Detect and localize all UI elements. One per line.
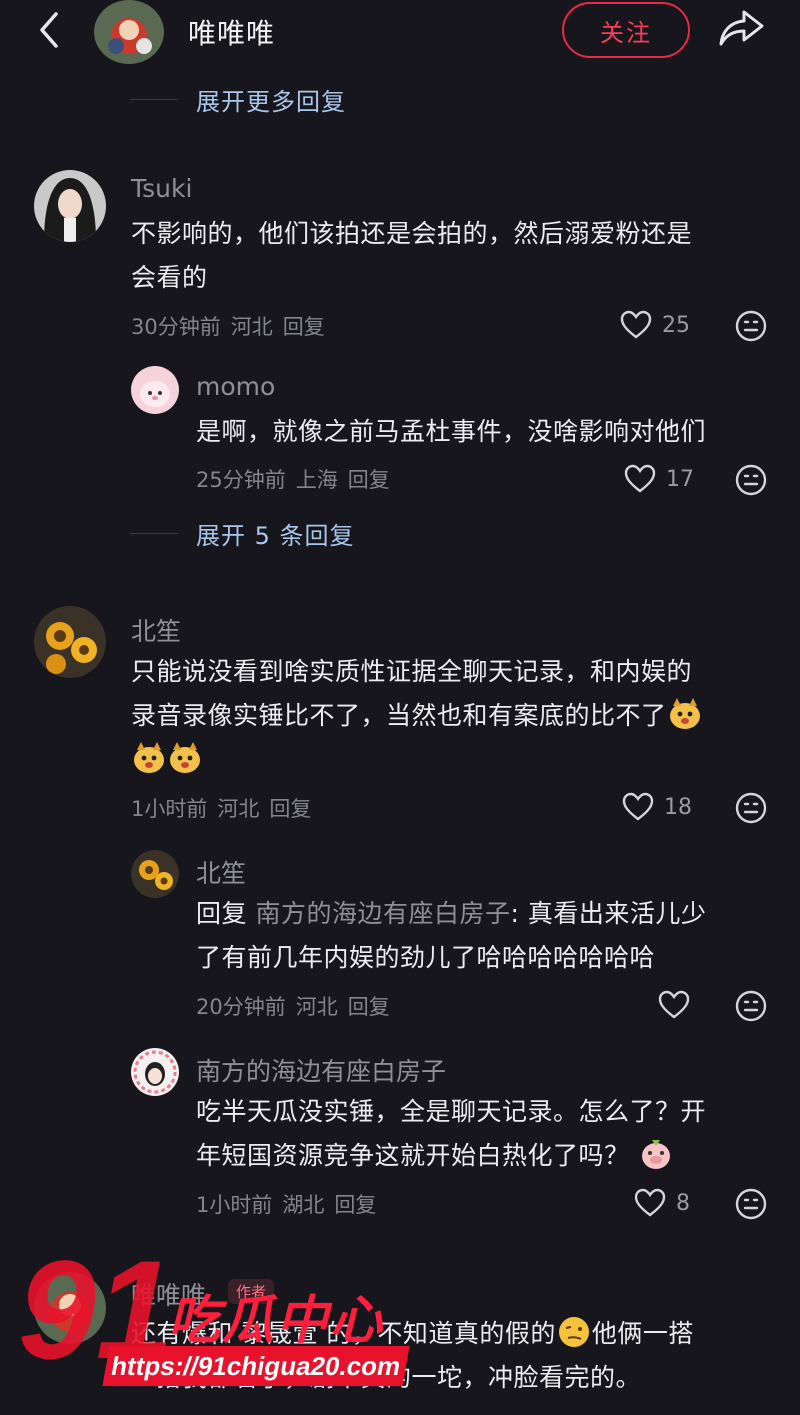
avatar[interactable] [34,1272,106,1344]
author-name: 唯唯唯 [188,17,276,50]
comment-location: 河北 [230,315,273,339]
comment-location: 河北 [217,797,260,821]
comment-time: 30分钟前 [131,315,221,339]
avatar[interactable] [34,606,106,678]
heart-icon [634,1188,666,1217]
follow-button[interactable]: 关注 [562,2,690,58]
like-count: 18 [664,794,692,820]
comment-time: 25分钟前 [196,468,286,492]
emoji-reaction-icon[interactable] [735,990,767,1022]
reply-button[interactable]: 回复 [269,793,311,823]
like-button[interactable]: 18 [622,792,692,822]
reply-target-user[interactable]: 南方的海边有座白房子 [255,899,510,928]
dog-emoji-icon [669,698,700,729]
comment-meta: 1小时前 河北 回复 [131,793,311,823]
comment-text: 回复 南方的海边有座白房子: 真看出来活儿少 了有前几年内娱的劲儿了哈哈哈哈哈哈… [196,892,776,980]
divider-line [130,99,178,100]
like-count: 25 [662,312,690,338]
comment-time: 1小时前 [131,797,208,821]
dog-emoji-icon [134,742,164,773]
comment-line: 不影响的，他们该拍还是会拍的，然后溺爱粉还是 [131,219,693,248]
comment-meta: 25分钟前 上海 回复 [196,464,390,494]
comment-meta: 30分钟前 河北 回复 [131,311,325,341]
like-count: 17 [666,466,694,492]
heart-icon [622,792,654,821]
expand-replies-label: 展开 5 条回复 [196,522,355,550]
comment-meta: 20分钟前 河北 回复 [196,991,390,1021]
comment-username[interactable]: 唯唯唯 [131,1276,206,1312]
like-count: 8 [676,1190,690,1216]
expand-replies[interactable]: 展开 5 条回复 [130,516,355,551]
comment-text: 只能说没看到啥实质性证据全聊天记录，和内娱的 录音录像实锤比不了，当然也和有案底… [131,650,771,782]
author-badge: 作者 [228,1279,275,1304]
reply-button[interactable]: 回复 [348,464,390,494]
comment-username[interactable]: 北笙 [196,854,246,890]
comment-line: 会看的 [131,263,208,292]
reply-button[interactable]: 回复 [334,1189,376,1219]
comment-line: 还有爆和 黎晟萱 的，不知道真的假的 [131,1319,556,1348]
comment-line: 年短国资源竞争这就开始白热化了吗？ [196,1141,630,1170]
avatar[interactable] [34,170,106,242]
comment-line: 了有前几年内娱的劲儿了哈哈哈哈哈哈哈 [196,943,656,972]
reply-button[interactable]: 回复 [283,311,325,341]
comment-text: 不影响的，他们该拍还是会拍的，然后溺爱粉还是 会看的 [131,212,692,300]
dog-emoji-icon [170,742,200,773]
comment-line: 是啊，就像之前马孟杜事件，没啥影响对他们 [196,417,707,446]
comment-username[interactable]: 北笙 [131,612,181,648]
emoji-reaction-icon[interactable] [735,310,767,342]
avatar[interactable] [131,366,179,414]
comment-line: 只能说没看到啥实质性证据全聊天记录，和内娱的 [131,657,693,686]
smirk-emoji-icon [558,1317,589,1347]
emoji-reaction-icon[interactable] [735,464,767,496]
reply-button[interactable]: 回复 [348,991,390,1021]
heart-icon [658,990,690,1019]
emoji-reaction-icon[interactable] [735,1188,767,1220]
comment-line: 录音录像实锤比不了，当然也和有案底的比不了 [131,701,667,730]
comment-line: 吃半天瓜没实锤，全是聊天记录。怎么了？开 [196,1097,707,1126]
comment-text: 还有爆和 黎晟萱 的，不知道真的假的 他俩一搭 一搭我都看了，剧本真的一坨，冲脸看… [131,1312,781,1400]
comment-location: 湖北 [282,1193,325,1217]
comment-time: 1小时前 [196,1193,273,1217]
comment-text: 吃半天瓜没实锤，全是聊天记录。怎么了？开 年短国资源竞争这就开始白热化了吗？ [196,1090,776,1178]
comment-username[interactable]: Tsuki [131,174,192,203]
author-avatar[interactable] [94,0,164,64]
avatar[interactable] [131,850,179,898]
comment-meta: 1小时前 湖北 回复 [196,1189,376,1219]
comment-username[interactable]: momo [196,372,275,401]
top-bar: 唯唯唯 关注 [0,0,800,64]
comment-username[interactable]: 南方的海边有座白房子 [196,1052,446,1088]
back-arrow-icon[interactable] [34,8,66,52]
divider-line [130,533,178,534]
share-icon[interactable] [716,6,766,50]
like-button[interactable]: 8 [634,1188,690,1218]
emoji-reaction-icon[interactable] [735,792,767,824]
comment-location: 河北 [295,995,338,1019]
reply-prefix: 回复 [196,899,248,928]
comment-time: 20分钟前 [196,995,286,1019]
expand-more-label: 展开更多回复 [196,88,346,116]
like-button[interactable]: 17 [624,464,694,494]
heart-icon [624,464,656,493]
avatar[interactable] [131,1048,179,1096]
comment-text: 是啊，就像之前马孟杜事件，没啥影响对他们 [196,410,706,454]
comment-line: 一搭我都看了，剧本真的一坨，冲脸看完的。 [131,1363,642,1392]
pig-emoji-icon [641,1140,670,1169]
heart-icon [620,310,652,339]
like-button[interactable] [658,990,690,1020]
expand-more-replies[interactable]: 展开更多回复 [130,82,346,117]
like-button[interactable]: 25 [620,310,690,340]
comment-location: 上海 [295,468,338,492]
comment-line: : 真看出来活儿少 [510,899,707,928]
